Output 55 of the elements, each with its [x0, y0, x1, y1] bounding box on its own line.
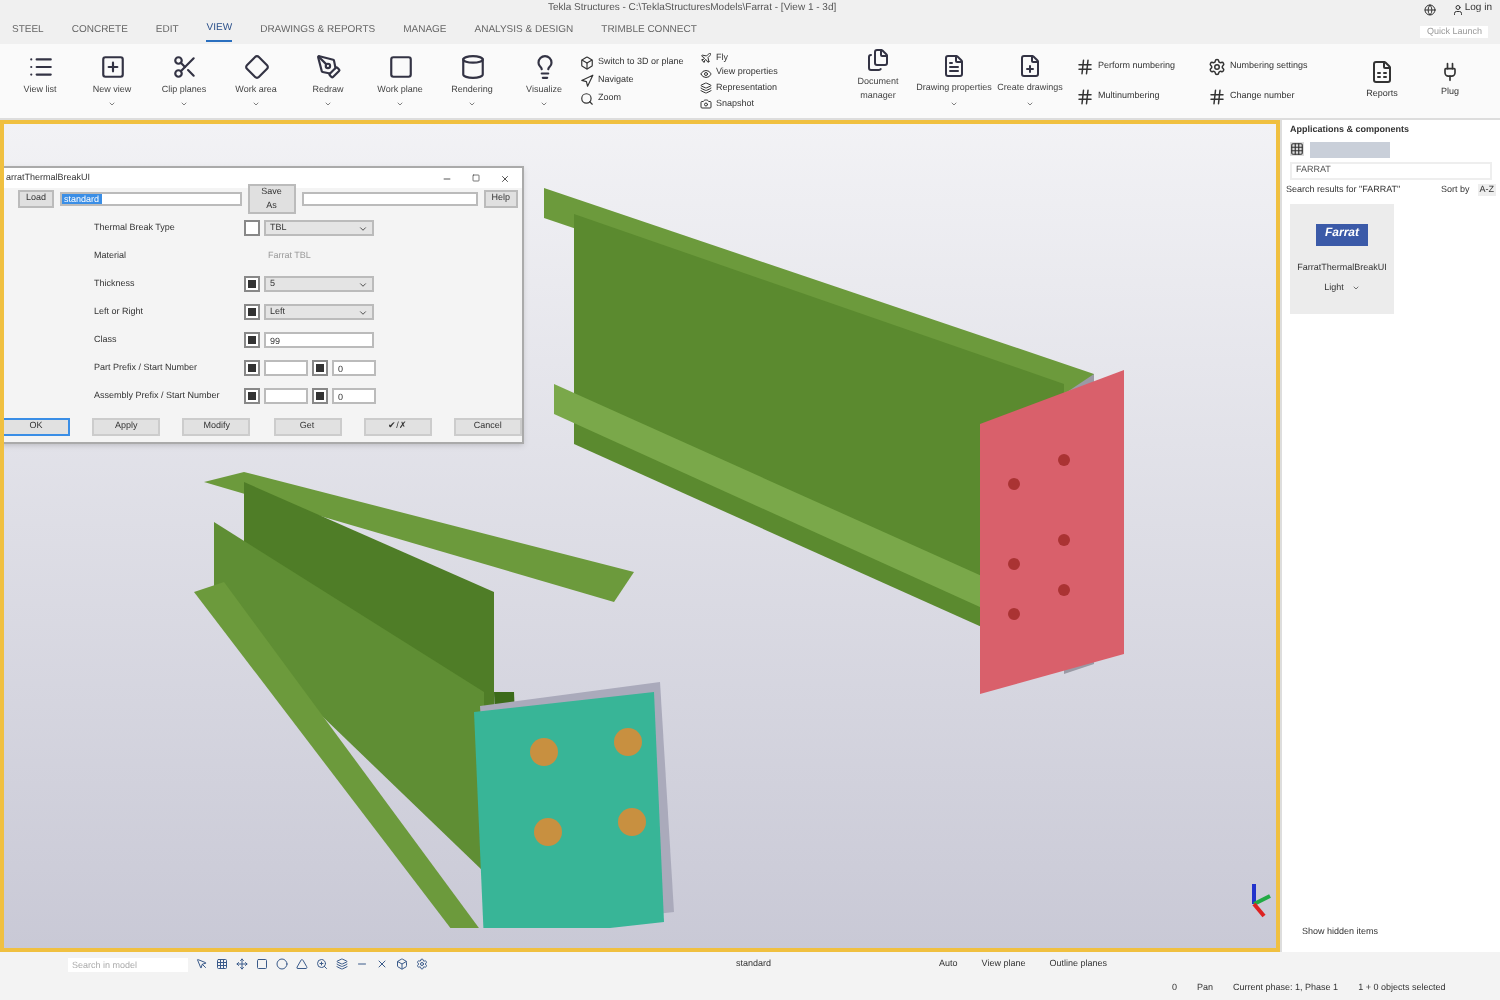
globe-icon[interactable] [1424, 4, 1437, 16]
report-icon [1370, 60, 1394, 85]
input-field[interactable] [264, 388, 308, 404]
checkbox[interactable] [244, 304, 260, 320]
search-icon [580, 92, 594, 106]
checkbox[interactable] [244, 220, 260, 236]
grid-icon[interactable] [1290, 142, 1304, 157]
pointer-icon[interactable] [196, 958, 208, 970]
caret-icon [358, 279, 368, 289]
plane-icon [700, 51, 712, 64]
gear-icon [1208, 57, 1226, 75]
gear-icon[interactable] [416, 958, 428, 970]
circle-icon[interactable] [276, 958, 288, 970]
eye-icon [700, 67, 712, 80]
pen-icon [315, 53, 341, 80]
checkbox[interactable] [312, 388, 328, 404]
add-document-icon [1018, 54, 1042, 79]
caret-icon [358, 223, 368, 233]
grid-icon[interactable] [216, 958, 228, 970]
lightbulb-icon [531, 53, 557, 80]
plug-icon [1440, 62, 1460, 83]
user-icon[interactable] [1452, 4, 1465, 16]
navigation-icon [580, 74, 594, 88]
checkbox[interactable] [244, 360, 260, 376]
layers-icon[interactable] [336, 958, 348, 970]
model-viewport[interactable] [0, 120, 1280, 952]
triangle-icon[interactable] [296, 958, 308, 970]
cube-icon[interactable] [396, 958, 408, 970]
new-view-icon [99, 53, 125, 80]
caret-icon [358, 307, 368, 317]
cube-icon [580, 56, 594, 70]
files-icon [866, 47, 890, 72]
checkbox[interactable] [244, 276, 260, 292]
numbering-icon [1076, 57, 1094, 75]
square-icon [387, 53, 413, 80]
list-icon [27, 53, 53, 80]
move-icon[interactable] [236, 958, 248, 970]
layers-icon [700, 82, 712, 95]
diamond-icon [243, 53, 269, 80]
cylinder-icon [459, 53, 485, 80]
camera-icon [700, 98, 712, 111]
zoom-in-icon[interactable] [316, 958, 328, 970]
square-icon[interactable] [256, 958, 268, 970]
save-as-field[interactable] [301, 192, 478, 206]
checkbox[interactable] [244, 388, 260, 404]
document-icon [942, 54, 966, 79]
maximize-icon[interactable] [472, 174, 480, 182]
axis-indicator-icon [1252, 884, 1271, 918]
checkbox[interactable] [312, 360, 328, 376]
numbering-icon [1076, 87, 1094, 105]
scissors-icon [171, 53, 197, 80]
cross-icon[interactable] [376, 958, 388, 970]
numbering-icon [1208, 87, 1226, 105]
input-field[interactable] [264, 360, 308, 376]
checkbox[interactable] [244, 332, 260, 348]
